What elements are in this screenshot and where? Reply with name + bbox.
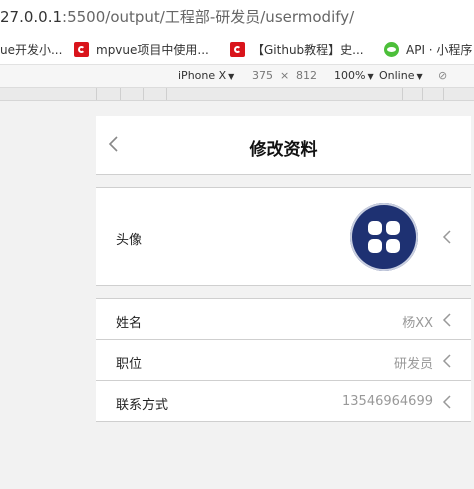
page-title: 修改资料 [249,140,318,160]
name-row[interactable]: 姓名 杨XX [96,298,471,340]
network-select[interactable]: Online ▼ [379,69,423,82]
chevron-left-icon [442,395,451,409]
avatar[interactable] [350,203,418,271]
caret-down-icon: ▼ [416,72,423,81]
avatar-label: 头像 [116,233,143,248]
media-query-ruler [0,88,474,101]
bookmark-item[interactable]: mpvue项目中使用... [74,40,209,58]
device-select[interactable]: iPhone X ▼ [178,69,234,82]
zoom-select[interactable]: 100% ▼ [334,69,374,82]
chevron-left-icon [442,354,451,368]
caret-down-icon: ▼ [367,72,374,81]
mobile-viewport: 修改资料 头像 姓名 杨XX 职位 研发员 联系方式 13546964699 [96,116,471,489]
contact-value: 13546964699 [342,394,433,409]
name-label: 姓名 [116,316,143,331]
chevron-left-icon [442,313,451,327]
bookmark-item[interactable]: API · 小程序 [384,40,472,58]
nav-bar: 修改资料 [96,116,471,175]
name-value: 杨XX [402,316,433,331]
csdn-icon [230,41,245,57]
rotate-icon[interactable]: ⊘ [438,69,447,82]
dimension-separator: × [280,69,290,82]
device-height[interactable]: 812 [296,69,317,82]
bookmarks-bar: ue开发小... mpvue项目中使用... 【Github教程】史... AP… [0,34,474,65]
caret-down-icon: ▼ [228,72,235,81]
csdn-icon [74,41,89,57]
chevron-left-icon [442,230,451,244]
wechat-icon [384,41,399,57]
address-bar[interactable]: 27.0.0.1:5500/output/工程部-研发员/usermodify/ [0,0,474,34]
bookmark-item[interactable]: 【Github教程】史... [230,40,364,58]
device-width[interactable]: 375 [252,69,273,82]
contact-row[interactable]: 联系方式 13546964699 [96,380,471,422]
bookmark-item[interactable]: ue开发小... [0,40,62,58]
avatar-row[interactable]: 头像 [96,187,471,286]
position-label: 职位 [116,357,143,372]
contact-label: 联系方式 [116,398,169,413]
device-toolbar: iPhone X ▼ 375 × 812 100% ▼ Online ▼ ⊘ [0,65,474,88]
position-value: 研发员 [393,357,433,372]
avatar-logo-icon [368,221,400,253]
url-text[interactable]: 27.0.0.1:5500/output/工程部-研发员/usermodify/ [0,6,354,27]
position-row[interactable]: 职位 研发员 [96,339,471,381]
